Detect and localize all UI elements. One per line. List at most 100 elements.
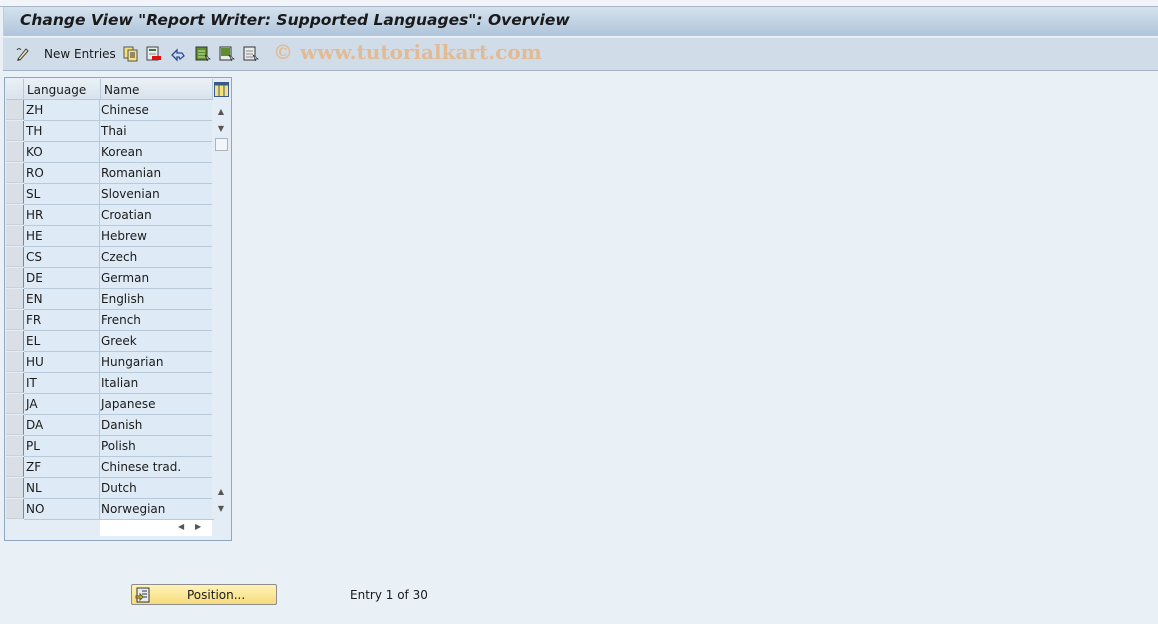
delete-button[interactable] [146, 45, 162, 63]
language-cell[interactable]: NL [24, 478, 100, 499]
row-selector[interactable] [6, 478, 24, 498]
row-selector[interactable] [6, 310, 24, 330]
language-cell[interactable]: HR [24, 205, 100, 226]
page-up-icon[interactable]: ▲ [214, 484, 228, 498]
table-row[interactable]: JA Japanese [6, 394, 214, 415]
new-entries-button[interactable]: New Entries [15, 45, 116, 63]
language-cell[interactable]: EL [24, 331, 100, 352]
language-cell[interactable]: IT [24, 373, 100, 394]
select-all-button[interactable] [195, 45, 211, 63]
table-row[interactable]: ZF Chinese trad. [6, 457, 214, 478]
row-selector[interactable] [6, 415, 24, 435]
scroll-right-icon[interactable]: ▶ [195, 522, 201, 531]
row-selector[interactable] [6, 268, 24, 288]
language-cell[interactable]: DE [24, 268, 100, 289]
table-row[interactable]: SL Slovenian [6, 184, 214, 205]
language-cell[interactable]: DA [24, 415, 100, 436]
name-cell[interactable]: Norwegian [100, 499, 214, 520]
scroll-left-icon[interactable]: ◀ [178, 522, 184, 531]
name-cell[interactable]: Romanian [100, 163, 214, 184]
table-row[interactable]: ZH Chinese [6, 100, 214, 121]
undo-change-button[interactable] [170, 45, 186, 63]
vertical-scrollbar[interactable]: ▲ ▼ ▲ ▼ [212, 100, 229, 518]
name-cell[interactable]: Slovenian [100, 184, 214, 205]
table-row[interactable]: DE German [6, 268, 214, 289]
language-cell[interactable]: CS [24, 247, 100, 268]
table-row[interactable]: PL Polish [6, 436, 214, 457]
name-cell[interactable]: Czech [100, 247, 214, 268]
table-row[interactable]: KO Korean [6, 142, 214, 163]
column-header-language[interactable]: Language [24, 79, 101, 100]
row-selector[interactable] [6, 100, 24, 120]
select-block-button[interactable] [219, 45, 235, 63]
row-selector[interactable] [6, 436, 24, 456]
scroll-up-icon[interactable]: ▲ [214, 104, 228, 118]
table-row[interactable]: EL Greek [6, 331, 214, 352]
language-cell[interactable]: TH [24, 121, 100, 142]
column-header-name[interactable]: Name [101, 79, 213, 100]
name-cell[interactable]: Hungarian [100, 352, 214, 373]
name-cell[interactable]: Hebrew [100, 226, 214, 247]
table-row[interactable]: TH Thai [6, 121, 214, 142]
table-row[interactable]: IT Italian [6, 373, 214, 394]
table-row[interactable]: NO Norwegian [6, 499, 214, 520]
name-cell[interactable]: German [100, 268, 214, 289]
row-selector[interactable] [6, 163, 24, 183]
copy-as-button[interactable] [123, 45, 139, 63]
name-cell[interactable]: Thai [100, 121, 214, 142]
table-row[interactable]: NL Dutch [6, 478, 214, 499]
table-row[interactable]: RO Romanian [6, 163, 214, 184]
table-row[interactable]: CS Czech [6, 247, 214, 268]
table-row[interactable]: HR Croatian [6, 205, 214, 226]
row-selector[interactable] [6, 247, 24, 267]
row-selector[interactable] [6, 205, 24, 225]
name-cell[interactable]: Greek [100, 331, 214, 352]
language-cell[interactable]: EN [24, 289, 100, 310]
row-selector[interactable] [6, 373, 24, 393]
name-cell[interactable]: Polish [100, 436, 214, 457]
row-selector[interactable] [6, 394, 24, 414]
name-cell[interactable]: Korean [100, 142, 214, 163]
table-row[interactable]: HE Hebrew [6, 226, 214, 247]
row-selector[interactable] [6, 457, 24, 477]
language-cell[interactable]: SL [24, 184, 100, 205]
language-cell[interactable]: KO [24, 142, 100, 163]
name-cell[interactable]: Chinese trad. [100, 457, 214, 478]
table-row[interactable]: HU Hungarian [6, 352, 214, 373]
language-cell[interactable]: RO [24, 163, 100, 184]
table-row[interactable]: DA Danish [6, 415, 214, 436]
language-cell[interactable]: ZF [24, 457, 100, 478]
language-cell[interactable]: JA [24, 394, 100, 415]
name-cell[interactable]: Dutch [100, 478, 214, 499]
name-cell[interactable]: Japanese [100, 394, 214, 415]
row-selector[interactable] [6, 499, 24, 519]
row-selector[interactable] [6, 289, 24, 309]
table-row[interactable]: FR French [6, 310, 214, 331]
row-selector[interactable] [6, 142, 24, 162]
row-selector[interactable] [6, 226, 24, 246]
language-cell[interactable]: ZH [24, 100, 100, 121]
name-cell[interactable]: English [100, 289, 214, 310]
horizontal-scrollbar[interactable]: ◀ ▶ [100, 520, 212, 536]
name-cell[interactable]: Danish [100, 415, 214, 436]
row-selector[interactable] [6, 184, 24, 204]
table-row[interactable]: EN English [6, 289, 214, 310]
scroll-down-icon[interactable]: ▼ [214, 121, 228, 135]
select-all-rows-cell[interactable] [6, 79, 24, 100]
row-selector[interactable] [6, 331, 24, 351]
deselect-all-button[interactable] [243, 45, 259, 63]
name-cell[interactable]: French [100, 310, 214, 331]
position-button[interactable]: Position... [131, 584, 277, 605]
language-cell[interactable]: PL [24, 436, 100, 457]
page-down-icon[interactable]: ▼ [214, 501, 228, 515]
name-cell[interactable]: Italian [100, 373, 214, 394]
language-cell[interactable]: HE [24, 226, 100, 247]
row-selector[interactable] [6, 121, 24, 141]
scroll-thumb[interactable] [215, 138, 228, 151]
name-cell[interactable]: Chinese [100, 100, 214, 121]
name-cell[interactable]: Croatian [100, 205, 214, 226]
row-selector[interactable] [6, 352, 24, 372]
table-settings-icon[interactable] [214, 82, 229, 97]
language-cell[interactable]: HU [24, 352, 100, 373]
language-cell[interactable]: FR [24, 310, 100, 331]
